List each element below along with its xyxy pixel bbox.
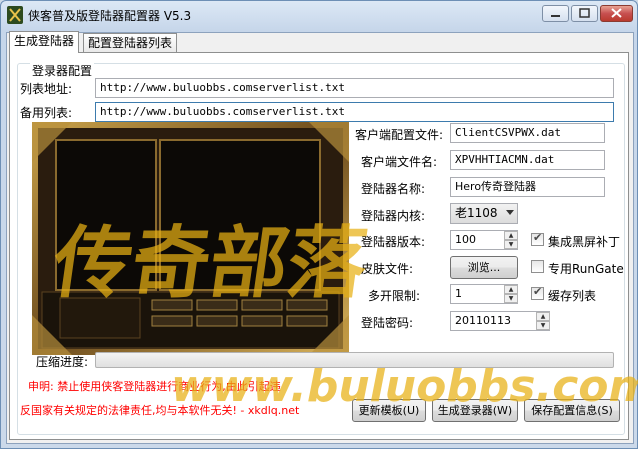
save-config-button[interactable]: 保存配置信息(S) <box>524 399 620 422</box>
launcher-version-label: 登陆器版本: <box>361 235 426 249</box>
spin-up-icon[interactable]: ▲ <box>504 285 518 294</box>
password-spinner[interactable]: ▲ ▼ <box>536 312 550 330</box>
maximize-icon <box>579 8 590 18</box>
generate-launcher-button[interactable]: 生成登录器(W) <box>432 399 518 422</box>
app-window: 侠客普及版登陆器配置器 V5.3 生成登陆器 配置登陆器列表 登录器配置 列表地… <box>0 0 638 449</box>
window-title: 侠客普及版登陆器配置器 V5.3 <box>28 9 192 23</box>
browse-skin-button[interactable]: 浏览... <box>450 256 518 279</box>
checkmark-icon: ✔ <box>533 231 543 244</box>
launcher-name-label: 登陆器名称: <box>361 182 426 196</box>
spin-down-icon[interactable]: ▼ <box>536 321 550 330</box>
update-template-button[interactable]: 更新模板(U) <box>352 399 426 422</box>
spin-down-icon[interactable]: ▼ <box>504 294 518 303</box>
checkmark-icon: ✔ <box>533 285 543 298</box>
notice-line-1: 申明: 禁止使用侠客登陆器进行商业行为,由此引起违 <box>28 380 281 393</box>
password-label: 登陆密码: <box>361 316 414 330</box>
title-bar[interactable]: 侠客普及版登陆器配置器 V5.3 <box>1 1 637 29</box>
version-spinner[interactable]: ▲ ▼ <box>504 231 518 249</box>
rungate-checkbox[interactable] <box>531 260 544 273</box>
launcher-core-select[interactable]: 老1108 <box>450 203 518 224</box>
client-config-label: 客户端配置文件: <box>355 128 444 142</box>
notice-line-2: 反国家有关规定的法律责任,均与本软件无关! - xkdlq.net <box>20 404 300 417</box>
blackscreen-label: 集成黑屏补丁 <box>548 235 621 249</box>
spin-up-icon[interactable]: ▲ <box>504 231 518 240</box>
skin-file-label: 皮肤文件: <box>361 262 414 276</box>
password-input[interactable]: 20110113 <box>450 311 550 331</box>
chevron-down-icon <box>506 210 514 215</box>
multi-open-spinner[interactable]: ▲ ▼ <box>504 285 518 303</box>
rungate-label: 专用RunGate <box>548 262 624 276</box>
minimize-button[interactable] <box>542 5 569 22</box>
tab-page: 登录器配置 列表地址: http://www.buluobbs.comserve… <box>9 52 629 440</box>
cache-list-label: 缓存列表 <box>548 289 597 303</box>
compress-progress-bar <box>95 352 614 368</box>
tab-generate-launcher[interactable]: 生成登陆器 <box>9 31 80 53</box>
launcher-core-value: 老1108 <box>455 206 498 220</box>
spin-up-icon[interactable]: ▲ <box>536 312 550 321</box>
app-logo-icon <box>7 6 23 24</box>
client-file-label: 客户端文件名: <box>361 155 438 169</box>
list-url-label: 列表地址: <box>20 82 73 96</box>
backup-list-label: 备用列表: <box>20 106 73 120</box>
progress-label: 压缩进度: <box>36 355 89 369</box>
group-title: 登录器配置 <box>30 62 95 79</box>
tab-launcher-list[interactable]: 配置登陆器列表 <box>83 33 178 53</box>
spin-down-icon[interactable]: ▼ <box>504 240 518 249</box>
close-icon <box>611 8 622 18</box>
minimize-icon <box>551 15 560 17</box>
skin-preview-art <box>32 122 349 355</box>
launcher-core-label: 登陆器内核: <box>361 209 426 223</box>
multi-open-label: 多开限制: <box>368 289 421 303</box>
skin-preview-image <box>32 122 349 355</box>
client-config-input[interactable]: ClientCSVPWX.dat <box>450 123 605 143</box>
launcher-name-input[interactable]: Hero传奇登陆器 <box>450 177 605 197</box>
client-file-input[interactable]: XPVHHTIACMN.dat <box>450 150 605 170</box>
cache-list-checkbox[interactable]: ✔ <box>531 285 544 300</box>
launcher-config-group: 登录器配置 列表地址: http://www.buluobbs.comserve… <box>17 62 625 435</box>
maximize-button[interactable] <box>571 5 598 22</box>
client-area: 生成登陆器 配置登陆器列表 登录器配置 列表地址: http://www.bul… <box>6 31 634 444</box>
close-button[interactable] <box>600 5 633 22</box>
backup-list-input[interactable]: http://www.buluobbs.comserverlist.txt <box>95 102 614 122</box>
list-url-input[interactable]: http://www.buluobbs.comserverlist.txt <box>95 78 614 98</box>
blackscreen-checkbox[interactable]: ✔ <box>531 231 544 246</box>
